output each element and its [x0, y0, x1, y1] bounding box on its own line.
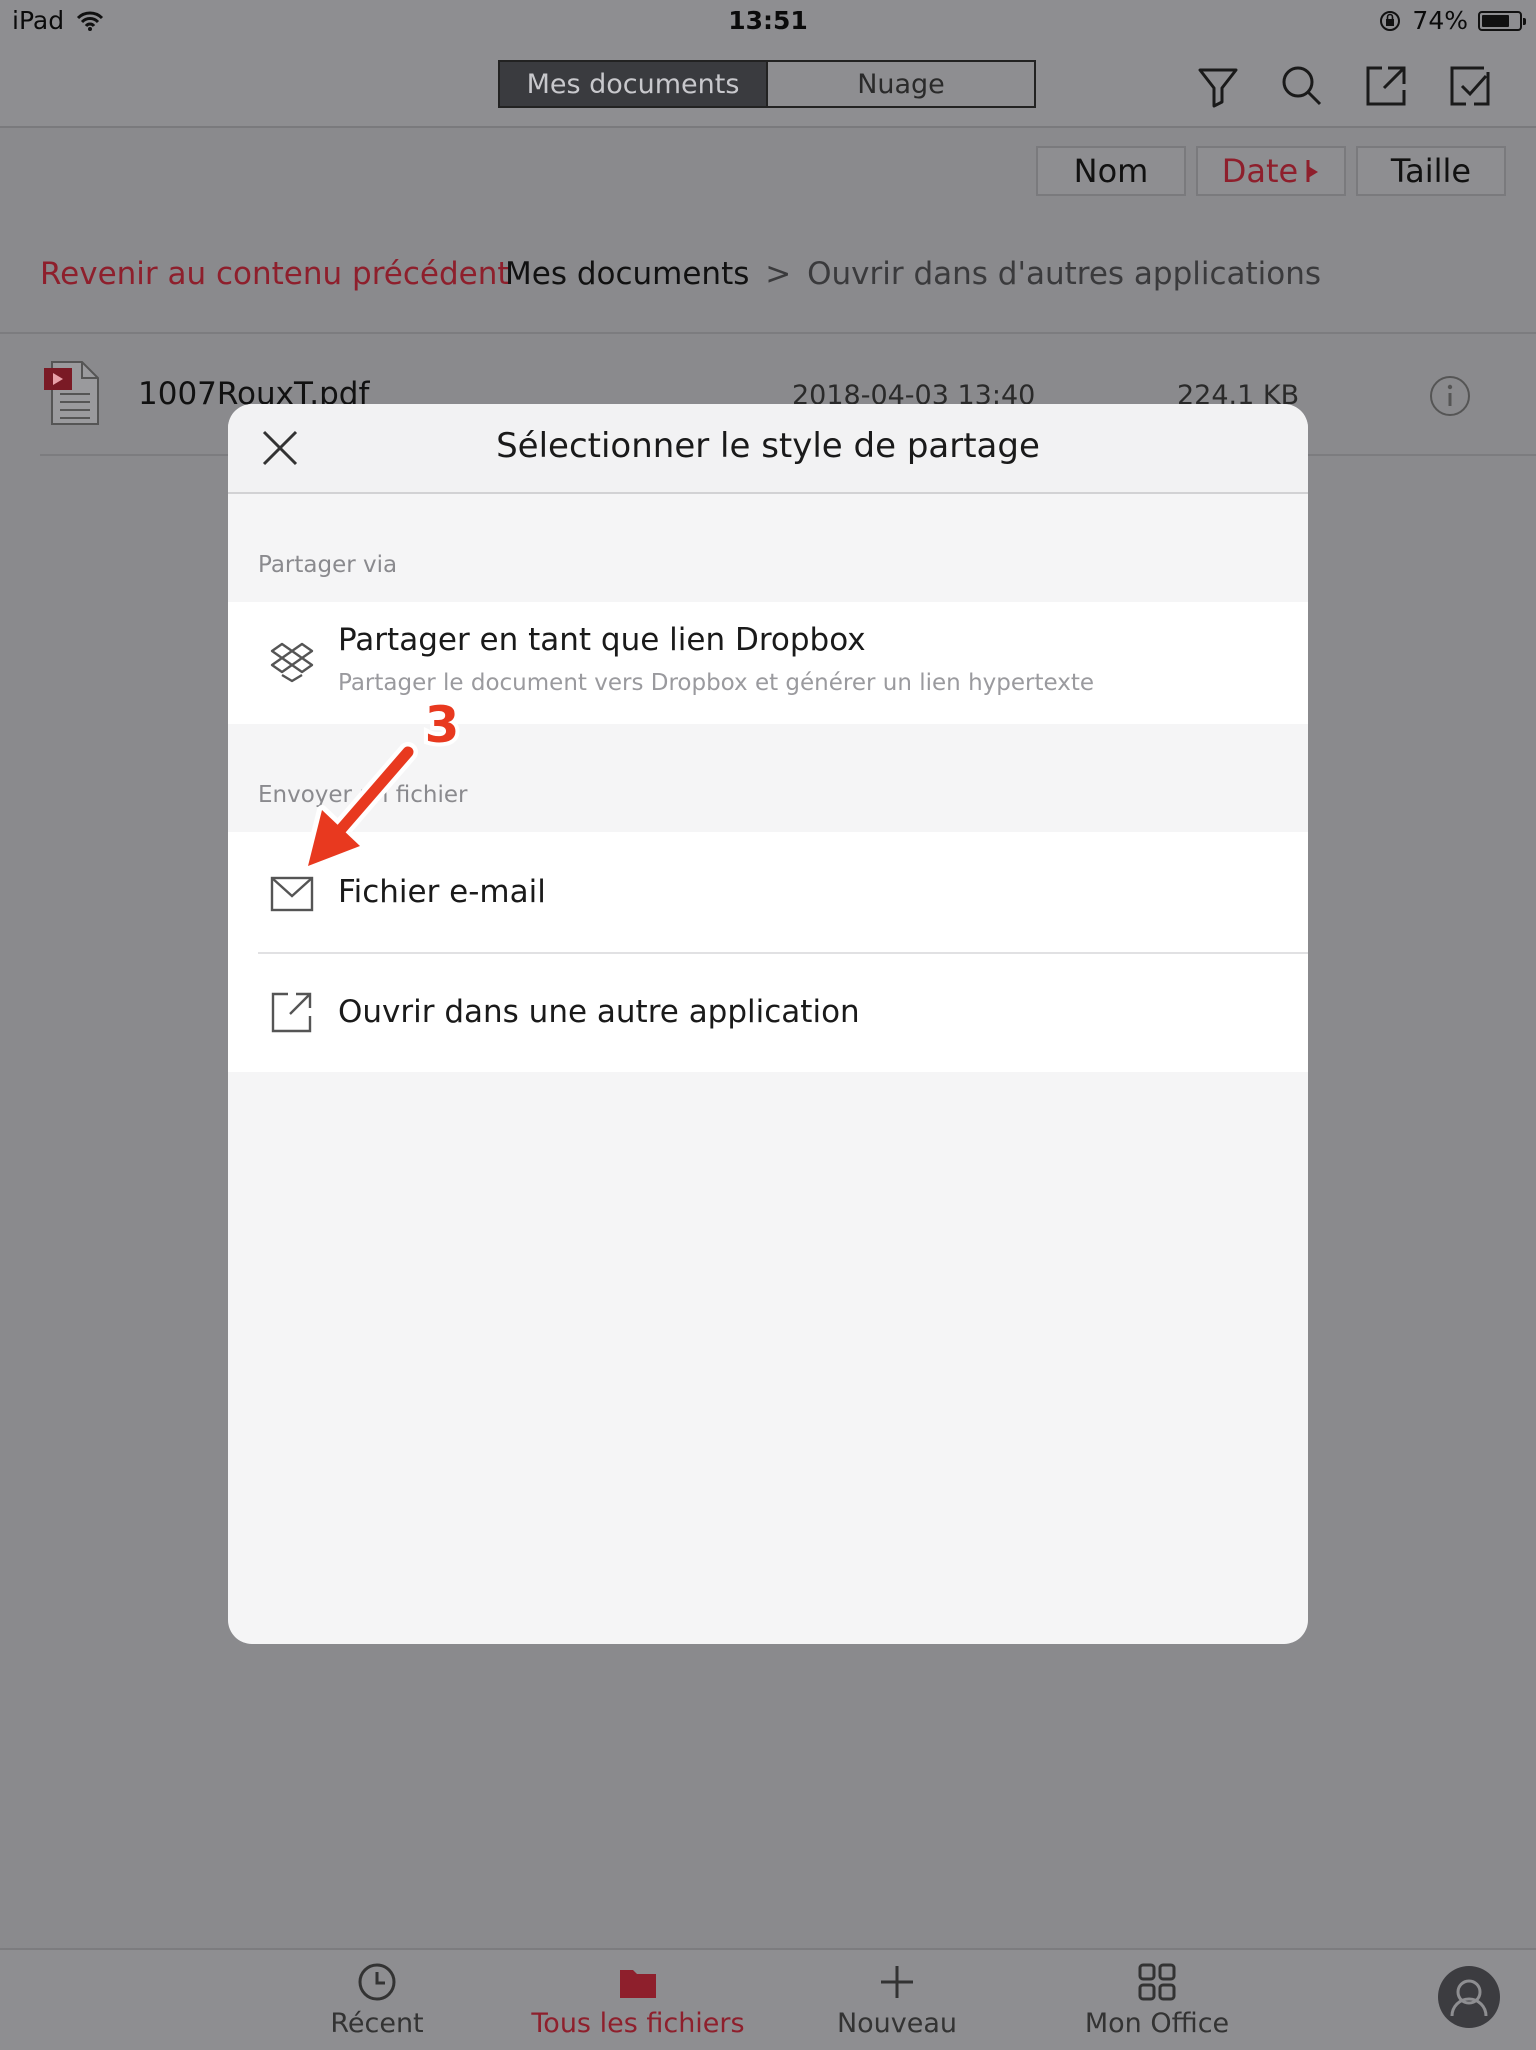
modal-title: Sélectionner le style de partage: [496, 426, 1040, 466]
mail-icon: [270, 876, 314, 912]
dropbox-title: Partager en tant que lien Dropbox: [338, 622, 866, 658]
segment-nuage[interactable]: Nuage: [766, 62, 1034, 106]
send-file-group: Fichier e-mail Ouvrir dans une autre app…: [228, 832, 1308, 1072]
clock-icon: [358, 1963, 396, 2001]
section-send-file: Envoyer un fichier: [258, 782, 468, 808]
folder-icon: [620, 1970, 656, 1998]
tab-label: Mon Office: [1084, 2008, 1230, 2039]
tab-label: Nouveau: [836, 2008, 958, 2039]
segment-mes-documents[interactable]: Mes documents: [500, 62, 766, 106]
tab-new[interactable]: Nouveau: [782, 1950, 1012, 2050]
sort-date-button[interactable]: Date: [1196, 146, 1346, 196]
tab-my-office[interactable]: Mon Office: [1042, 1950, 1272, 2050]
tab-bar: Récent Tous les fichiers Nouveau Mon Off…: [0, 1948, 1536, 2050]
dropbox-subtitle: Partager le document vers Dropbox et gén…: [338, 670, 1095, 696]
grid-icon: [1138, 1963, 1176, 2001]
share-dropbox-link-item[interactable]: Partager en tant que lien Dropbox Partag…: [228, 602, 1308, 724]
battery-percent: 74%: [1412, 6, 1468, 35]
breadcrumb: Revenir au contenu précédent Mes documen…: [0, 218, 1536, 334]
top-nav: Mes documents Nuage: [0, 42, 1536, 128]
pdf-file-icon: [44, 361, 99, 425]
open-other-app-label: Ouvrir dans une autre application: [338, 994, 860, 1030]
search-icon[interactable]: [1276, 60, 1328, 112]
breadcrumb-path: Mes documents > Ouvrir dans d'autres app…: [505, 256, 1321, 292]
dropbox-icon: [270, 642, 314, 683]
sort-date-label: Date: [1221, 152, 1299, 190]
back-link[interactable]: Revenir au contenu précédent: [40, 256, 510, 292]
tab-recent[interactable]: Récent: [262, 1950, 492, 2050]
open-external-icon: [271, 992, 312, 1033]
select-icon[interactable]: [1444, 60, 1496, 112]
share-icon[interactable]: [1360, 60, 1412, 112]
segmented-control: Mes documents Nuage: [498, 60, 1036, 108]
sort-arrow-icon: [1306, 160, 1319, 182]
open-in-other-app-item[interactable]: Ouvrir dans une autre application: [228, 954, 1308, 1072]
tab-all-files[interactable]: Tous les fichiers: [523, 1950, 753, 2050]
sort-bar: Nom Date Taille: [0, 128, 1536, 218]
sort-size-button[interactable]: Taille: [1356, 146, 1506, 196]
email-file-item[interactable]: Fichier e-mail: [228, 832, 1308, 952]
filter-icon[interactable]: [1192, 60, 1244, 112]
breadcrumb-separator: >: [765, 256, 792, 292]
sort-name-button[interactable]: Nom: [1036, 146, 1186, 196]
tab-label: Récent: [330, 2008, 424, 2039]
breadcrumb-root[interactable]: Mes documents: [505, 256, 749, 292]
status-bar: iPad 13:51 74%: [0, 0, 1536, 42]
user-icon: [1450, 1979, 1488, 2017]
section-share-via: Partager via: [258, 552, 398, 578]
plus-icon: [881, 1966, 913, 1998]
share-style-modal: Sélectionner le style de partage Partage…: [228, 404, 1308, 1644]
battery-icon: [1478, 10, 1526, 31]
avatar[interactable]: [1438, 1966, 1500, 2028]
tab-label: Tous les fichiers: [531, 2008, 745, 2039]
rotation-lock-icon: [1380, 10, 1401, 31]
breadcrumb-current: Ouvrir dans d'autres applications: [807, 256, 1322, 292]
modal-header: Sélectionner le style de partage: [228, 404, 1308, 494]
info-icon[interactable]: [1428, 374, 1472, 418]
clock: 13:51: [728, 6, 808, 35]
email-file-label: Fichier e-mail: [338, 874, 546, 910]
